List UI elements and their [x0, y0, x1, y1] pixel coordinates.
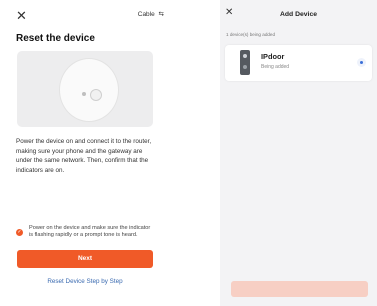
doorbell-button-icon	[243, 65, 247, 69]
close-icon[interactable]: ✕	[16, 9, 27, 22]
add-device-screen: ✕ Add Device 1 device(s) being added IPd…	[220, 0, 377, 306]
devices-adding-count: 1 device(s) being added	[226, 32, 276, 37]
next-button[interactable]: Next	[17, 250, 153, 268]
cable-mode-selector[interactable]: Cable ⇆	[138, 10, 164, 18]
loading-spinner-icon	[357, 58, 366, 67]
confirm-checkbox-row[interactable]: ✓ Power on the device and make sure the …	[16, 225, 156, 245]
cable-label: Cable	[137, 11, 155, 18]
indicator-light-icon	[82, 92, 86, 96]
done-button[interactable]	[231, 281, 368, 297]
reset-device-screen: ✕ Cable ⇆ Reset the device Power the dev…	[0, 0, 170, 306]
doorbell-device-icon	[240, 50, 250, 75]
camera-lens-icon	[243, 54, 247, 58]
device-status: Being added	[261, 64, 290, 70]
reset-button-icon	[90, 89, 102, 101]
reset-step-by-step-link[interactable]: Reset Device Step by Step	[17, 278, 153, 285]
device-illustration-body	[59, 58, 119, 122]
instructions-text: Power the device on and connect it to th…	[16, 138, 152, 174]
switch-arrows-icon: ⇆	[158, 11, 164, 18]
device-card[interactable]: IPdoor Being added	[225, 45, 372, 81]
device-illustration	[17, 51, 153, 127]
page-title: Add Device	[279, 11, 318, 18]
checkmark-icon[interactable]: ✓	[16, 229, 23, 236]
device-name: IPdoor	[261, 52, 285, 61]
confirm-text: Power on the device and make sure the in…	[29, 225, 151, 239]
page-title: Reset the device	[16, 33, 95, 44]
